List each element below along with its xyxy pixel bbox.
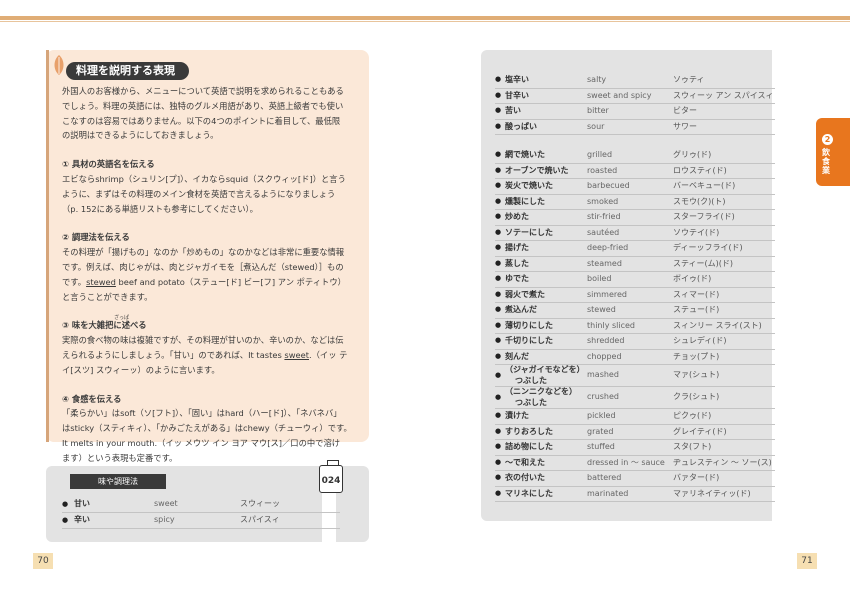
section-heading-ingredients: ① 具材の英語名を伝える [62,159,155,170]
vocab-row: ● 酸っぱい sour サワー [495,119,775,135]
bullet-icon: ● [495,351,502,360]
audio-track-icon[interactable]: 024 [319,465,343,493]
vocab-row: ● すりおろした grated グレイティ(ド) [495,424,775,440]
bullet-icon: ● [495,258,502,267]
bullet-icon: ● [495,473,502,481]
vocab-row: ● 苦い bitter ビター [495,103,775,120]
section-line: えられるようにしましょう。「甘い」のであれば、It tastes sweet.（… [62,349,348,360]
bullet-icon: ● [495,227,502,236]
vocab-row: ● 炭火で焼いた barbecued バーベキュー(ド) [495,178,775,195]
section-line: エビならshrimp（シュリン[プ]）、イカならsquid（スクウィッ[ド]）と… [62,173,346,184]
bullet-icon: ● [495,305,502,313]
section-line: ように、まずはその料理のメイン食材を英語で言えるようになりましょう [62,188,336,199]
vocab-row: ● 刻んだ chopped チョッ(プト) [495,349,775,365]
section-line: イ[スツ] スウィーッ）のように言います。 [62,364,220,375]
bullet-icon: ● [62,516,69,524]
top-rule-thin [0,21,850,22]
bullet-icon: ● [495,165,502,174]
bullet-icon: ● [495,371,502,379]
vocab-row: ● 衣の付いた battered バァター(ド) [495,470,775,487]
bullet-icon: ● [495,411,502,419]
vocab-row: ● 蒸した steamed スティー(ム)(ド) [495,256,775,272]
vocab-row: ● 網で焼いた grilled グリゥ(ド) [495,147,775,164]
section-heading-taste: ③ 味を大雑把に述べる ざっぱ [62,315,362,333]
bullet-icon: ● [495,426,502,435]
vocab-row: ● 煮込んだ stewed ステュー(ド) [495,302,775,319]
section-line: です。stewed beef and potato（ステュー[ド] ビー[フ] … [62,276,346,287]
section-line: はsticky（スティキィ）、「かみごたえがある」はchewy（チューウィ）です… [62,423,352,434]
chapter-label: 飲食業 [822,148,830,175]
bullet-icon: ● [495,106,502,114]
bullet-icon: ● [495,243,502,251]
bullet-icon: ● [495,121,502,130]
bullet-icon: ● [495,393,502,401]
leaf-icon [54,55,64,75]
top-rule [0,16,850,20]
vocab-row: ● 燻製にした smoked スモウ(ク)(ト) [495,194,775,210]
bullet-icon: ● [495,212,502,220]
underlined-term: stewed [86,276,116,287]
page-number-left: 70 [33,553,53,569]
vocab-row: ● 揚げた deep-fried ディーッフライ(ド) [495,240,775,257]
vocab-row: ● 辛い spicy スパイスィ [62,512,340,529]
page-number-right: 71 [797,553,817,569]
bullet-icon: ● [495,336,502,344]
vocab-row: ● 炒めた stir-fried スターフライ(ド) [495,209,775,226]
explanation-title: 料理を説明する表現 [66,62,189,80]
ruby-text: ざっぱ [114,315,130,322]
vocab-row: ● （ジャガイモなどを） つぶした mashed マァ(シュト) [495,364,775,387]
intro-line: でしょう。料理の英語には、独特のグルメ用語があり、英語上級者でも使い [62,100,344,111]
bullet-icon: ● [495,289,502,298]
intro-line: 外国人のお客様から、メニューについて英語で説明を求められることもある [62,86,344,96]
bullet-icon: ● [495,196,502,205]
vocab-row: ● 詰め物にした stuffed スタ(フト) [495,439,775,456]
vocab-row: ● ～で和えた dressed in ～ sauce ヂュレスティン ～ ソー(ス) [495,455,775,471]
bullet-icon: ● [495,488,502,497]
bullet-icon: ● [495,181,502,189]
section-line: です。例えば、肉じゃがは、肉とジャガイモを［煮込んだ（stewed）］もの [62,261,344,272]
vocab-row: ● 塩辛い salty ソゥティ [495,72,775,89]
underlined-term: sweet [284,349,309,360]
section-line: 「柔らかい」はsoft（ソ[フト]）、「固い」はhard（ハー[ド]）、「ネバネ… [62,408,342,419]
vocab-row: ● オーブンで焼いた roasted ロウスティ(ド) [495,163,775,179]
intro-line: こなすのは容易ではありません。以下の4つのポイントに着目して、最低限 [62,115,341,126]
section-line: と言うことができます。 [62,291,153,302]
vocab-row: ● 薄切りにした thinly sliced スィンリー スライ(スト) [495,318,775,334]
vocab-row: ● 漬けた pickled ピクゥ(ド) [495,408,775,425]
section-heading-texture: ④ 食感を伝える [62,393,122,404]
vocab-row: ● 弱火で煮た simmered スィマー(ド) [495,287,775,303]
bullet-icon: ● [495,320,502,329]
explanation-box-edge [46,50,49,442]
left-table-title: 味や調理法 [70,474,166,489]
bullet-icon: ● [495,90,502,99]
vocab-row: ● 甘辛い sweet and spicy スウィーッ アン スパイスィ [495,88,775,104]
bullet-icon: ● [495,75,502,83]
vocab-row: ● ゆでた boiled ボイゥ(ド) [495,271,775,288]
section-heading-cooking-method: ② 調理法を伝える [62,232,130,243]
section-line: その料理が「揚げもの」なのか「炒めもの」なのかなどは非常に重要な情報 [62,247,345,258]
vocab-row: ● 甘い sweet スウィーッ [62,496,340,513]
bullet-icon: ● [62,500,69,508]
explanation-body: 外国人のお客様から、メニューについて英語で説明を求められることもある でしょう。… [62,84,362,466]
vocab-row: ● ソテーにした sautéed ソウテイ(ド) [495,225,775,241]
bullet-icon: ● [495,150,502,158]
vocab-row: ● 千切りにした shredded シュレディ(ド) [495,333,775,350]
bullet-icon: ● [495,274,502,282]
vocab-row: ● マリネにした marinated マァリネイティッ(ド) [495,486,775,502]
section-line: It melts in your mouth.（イッ メウツ イン ヨア マウ[… [62,437,341,448]
chapter-number: 2 [822,134,833,145]
section-line: 実際の食べ物の味は複雑ですが、その料理が甘いのか、辛いのか、などは伝 [62,335,344,346]
intro-line: の説明はできるようにしておきましょう。 [62,130,219,141]
bullet-icon: ● [495,457,502,466]
bullet-icon: ● [495,442,502,450]
section-line: （p. 152にある単語リストも参考にしてください）。 [62,203,258,214]
vocab-row: ● （ニンニクなどを） つぶした crushed クラ(シュト) [495,386,775,409]
section-line: ます）という表現も定番です。 [62,452,178,463]
